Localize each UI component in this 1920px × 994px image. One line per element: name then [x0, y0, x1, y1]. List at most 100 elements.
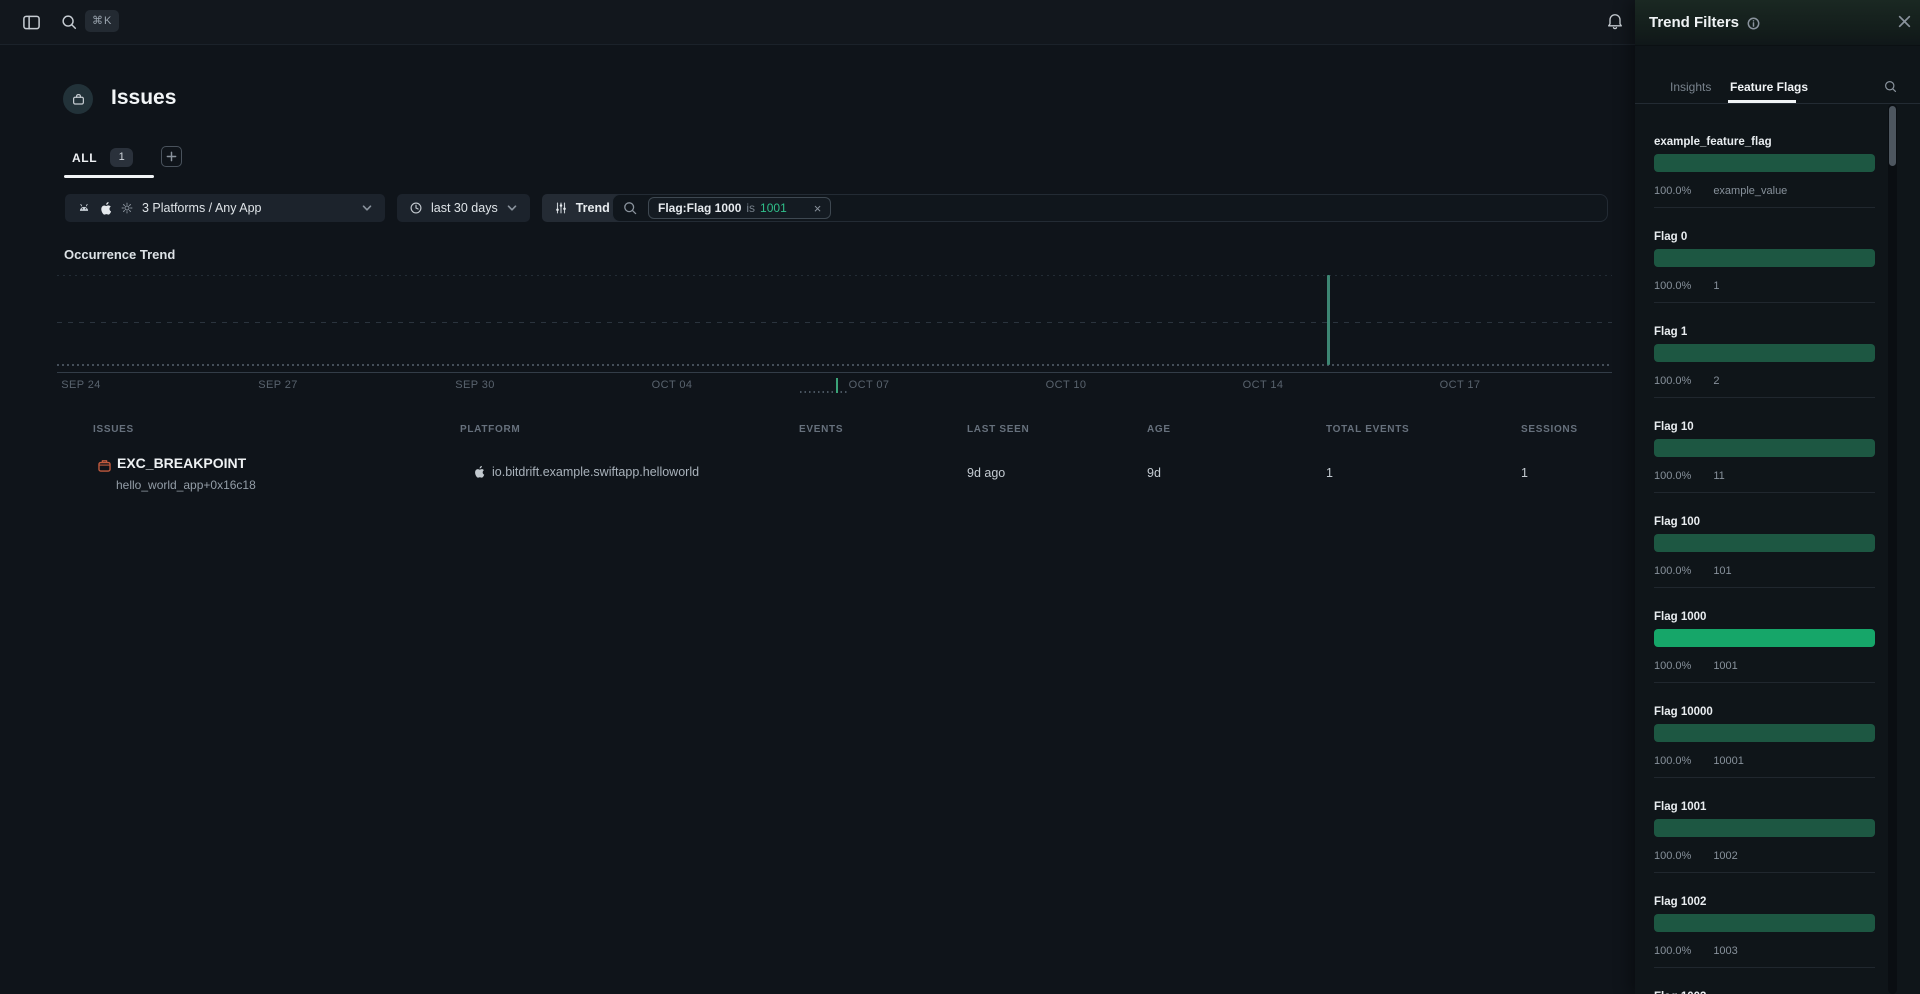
flag-name: example_feature_flag: [1654, 136, 1875, 149]
feature-flag-item[interactable]: Flag 10000 100.0% 10001: [1654, 706, 1875, 801]
platform-filter-label: 3 Platforms / Any App: [142, 201, 262, 215]
last-seen-cell: 9d ago: [967, 466, 1005, 480]
col-sessions[interactable]: SESSIONS: [1521, 424, 1578, 435]
x-axis-tick-label: OCT 10: [1046, 379, 1087, 391]
panel-divider: [1635, 103, 1920, 104]
x-axis-tick-label: OCT 04: [652, 379, 693, 391]
close-icon[interactable]: [1897, 14, 1912, 29]
chip-remove-icon[interactable]: ×: [814, 201, 822, 216]
panel-scrollbar-thumb[interactable]: [1889, 106, 1896, 166]
search-icon: [622, 200, 638, 216]
flag-divider: [1654, 872, 1875, 873]
panel-scrollbar-track[interactable]: [1888, 104, 1897, 994]
info-icon[interactable]: [1747, 17, 1760, 30]
issues-page-icon: [63, 84, 93, 114]
flag-value: 10001: [1713, 755, 1744, 768]
flag-name: Flag 1000: [1654, 611, 1875, 624]
tab-insights[interactable]: Insights: [1670, 80, 1711, 94]
chart-event-spike[interactable]: [1327, 275, 1330, 365]
panel-search-icon[interactable]: [1883, 79, 1898, 94]
platform-cell: io.bitdrift.example.swiftapp.helloworld: [473, 465, 699, 479]
x-axis-tick-label: SEP 24: [61, 379, 101, 391]
flag-distribution-bar[interactable]: [1654, 819, 1875, 837]
issue-subtitle: hello_world_app+0x16c18: [116, 478, 256, 492]
tab-all[interactable]: ALL 1: [72, 148, 133, 167]
col-platform[interactable]: PLATFORM: [460, 424, 520, 435]
x-axis-tick-label: OCT 07: [849, 379, 890, 391]
col-last-seen[interactable]: LAST SEEN: [967, 424, 1029, 435]
flag-name: Flag 100: [1654, 516, 1875, 529]
add-view-button[interactable]: [161, 146, 182, 167]
page-title: Issues: [111, 86, 176, 110]
flag-name: Flag 0: [1654, 231, 1875, 244]
search-shortcut-badge[interactable]: ⌘K: [85, 10, 119, 32]
flag-value: 1002: [1713, 850, 1737, 863]
chart-baseline: [57, 372, 1612, 373]
col-age[interactable]: AGE: [1147, 424, 1171, 435]
chevron-down-icon: [506, 202, 518, 214]
feature-flag-item[interactable]: Flag 1001 100.0% 1002: [1654, 801, 1875, 896]
panel-title: Trend Filters: [1649, 14, 1739, 31]
chip-operator: is: [746, 201, 755, 215]
flag-distribution-bar[interactable]: [1654, 629, 1875, 647]
feature-flag-item[interactable]: Flag 100 100.0% 101: [1654, 516, 1875, 611]
flag-percentage: 100.0%: [1654, 565, 1691, 578]
date-range-dropdown[interactable]: last 30 days: [397, 194, 530, 222]
feature-flag-item[interactable]: Flag 1 100.0% 2: [1654, 326, 1875, 421]
panel-tabs: Insights Feature Flags: [1635, 78, 1920, 104]
sidebar-toggle-icon[interactable]: [22, 13, 41, 32]
active-tab-underline: [64, 175, 154, 178]
flag-distribution-bar[interactable]: [1654, 439, 1875, 457]
tab-feature-flags[interactable]: Feature Flags: [1730, 80, 1808, 94]
flag-value: 2: [1713, 375, 1719, 388]
filter-chip-flag-1000[interactable]: Flag:Flag 1000 is 1001 ×: [648, 197, 831, 219]
col-total-events[interactable]: TOTAL EVENTS: [1326, 424, 1409, 435]
sliders-icon: [554, 201, 568, 215]
notifications-bell-icon[interactable]: [1605, 11, 1625, 31]
flag-name: Flag 1002: [1654, 896, 1875, 909]
feature-flag-item[interactable]: example_feature_flag 100.0% example_valu…: [1654, 136, 1875, 231]
events-sparkline: [800, 377, 847, 393]
exception-icon: [96, 457, 113, 474]
col-issues[interactable]: ISSUES: [93, 424, 134, 435]
flag-value: 11: [1713, 470, 1724, 483]
flag-divider: [1654, 967, 1875, 968]
flag-percentage: 100.0%: [1654, 850, 1691, 863]
feature-flag-item[interactable]: Flag 1002 100.0% 1003: [1654, 896, 1875, 991]
flag-percentage: 100.0%: [1654, 185, 1691, 198]
platform-filter-dropdown[interactable]: 3 Platforms / Any App: [65, 194, 385, 222]
flag-divider: [1654, 302, 1875, 303]
issue-title[interactable]: EXC_BREAKPOINT: [117, 455, 246, 471]
date-range-label: last 30 days: [431, 201, 498, 215]
flag-divider: [1654, 492, 1875, 493]
feature-flag-item[interactable]: Flag 1000 100.0% 1001: [1654, 611, 1875, 706]
chart-gridline: [57, 275, 1612, 276]
issue-search-input[interactable]: Flag:Flag 1000 is 1001 ×: [612, 194, 1608, 222]
col-events[interactable]: EVENTS: [799, 424, 843, 435]
flag-distribution-bar[interactable]: [1654, 534, 1875, 552]
clock-icon: [409, 201, 423, 215]
x-axis-tick-label: OCT 14: [1243, 379, 1284, 391]
sessions-cell: 1: [1521, 466, 1528, 480]
filter-bar: 3 Platforms / Any App last 30 days Trend…: [65, 194, 663, 222]
flag-distribution-bar[interactable]: [1654, 914, 1875, 932]
flag-distribution-bar[interactable]: [1654, 249, 1875, 267]
feature-flag-item[interactable]: Flag 10 100.0% 11: [1654, 421, 1875, 516]
flag-percentage: 100.0%: [1654, 660, 1691, 673]
flag-distribution-bar[interactable]: [1654, 344, 1875, 362]
chevron-down-icon: [361, 202, 373, 214]
x-axis-tick-label: SEP 27: [258, 379, 298, 391]
apple-icon: [99, 201, 112, 216]
feature-flag-item[interactable]: Flag 0 100.0% 1: [1654, 231, 1875, 326]
global-search-icon[interactable]: [60, 13, 78, 31]
panel-header: Trend Filters: [1635, 0, 1920, 46]
flag-name: Flag 1001: [1654, 801, 1875, 814]
trend-filters-panel: Trend Filters Insights Feature Flags exa…: [1635, 0, 1920, 994]
flag-distribution-bar[interactable]: [1654, 724, 1875, 742]
sparkline-baseline: [800, 391, 847, 393]
feature-flag-list: example_feature_flag 100.0% example_valu…: [1635, 110, 1899, 994]
chip-key: Flag:Flag 1000: [658, 201, 741, 215]
flag-distribution-bar[interactable]: [1654, 154, 1875, 172]
flag-name: Flag 10000: [1654, 706, 1875, 719]
flag-name: Flag 10: [1654, 421, 1875, 434]
